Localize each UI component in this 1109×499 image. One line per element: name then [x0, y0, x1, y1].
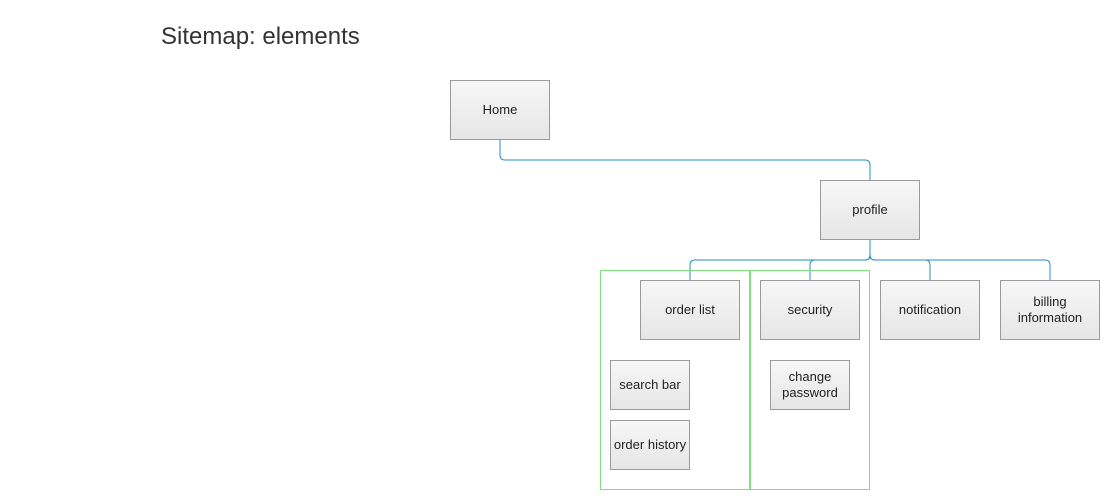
- node-profile[interactable]: profile: [820, 180, 920, 240]
- node-order-history[interactable]: order history: [610, 420, 690, 470]
- node-security-label: security: [787, 302, 833, 317]
- node-search-bar[interactable]: search bar: [610, 360, 690, 410]
- node-order-history-label: order history: [613, 437, 687, 452]
- node-search-bar-label: search bar: [619, 377, 681, 392]
- node-change-password-label: change password: [782, 369, 838, 400]
- node-notification-label: notification: [898, 302, 962, 317]
- connector-profile-billing: [869, 240, 1051, 280]
- node-order-list-label: order list: [665, 302, 715, 317]
- node-home-label: Home: [482, 102, 518, 117]
- node-notification[interactable]: notification: [880, 280, 980, 340]
- node-home[interactable]: Home: [450, 80, 550, 140]
- node-billing-information[interactable]: billing information: [1000, 280, 1100, 340]
- connector-home-profile: [499, 140, 871, 180]
- node-security[interactable]: security: [760, 280, 860, 340]
- connector-lines: [499, 140, 1051, 280]
- node-change-password[interactable]: change password: [770, 360, 850, 410]
- node-billing-information-label: billing information: [1017, 294, 1083, 325]
- node-order-list[interactable]: order list: [640, 280, 740, 340]
- node-profile-label: profile: [852, 202, 888, 217]
